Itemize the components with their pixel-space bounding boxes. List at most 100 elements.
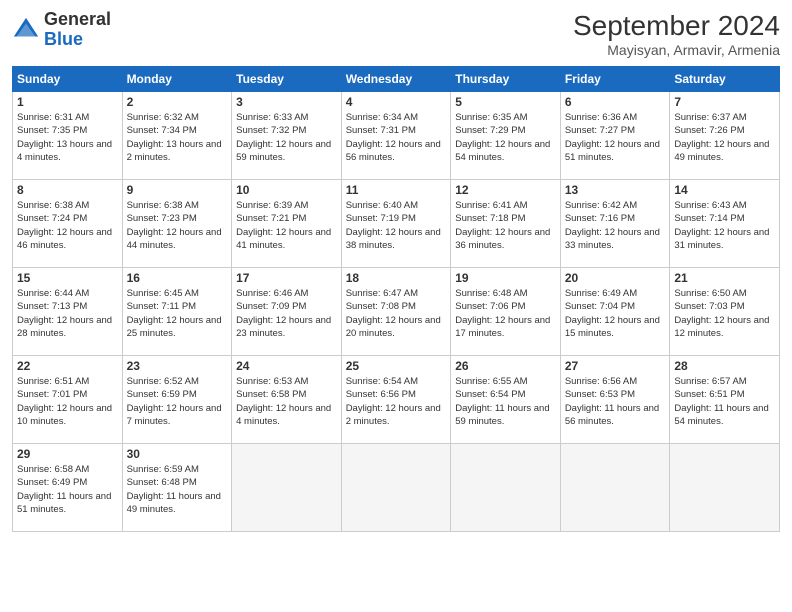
header-row: Sunday Monday Tuesday Wednesday Thursday…	[13, 67, 780, 92]
day-number: 8	[17, 183, 118, 197]
table-row: 22 Sunrise: 6:51 AM Sunset: 7:01 PM Dayl…	[13, 356, 123, 444]
table-row: 7 Sunrise: 6:37 AM Sunset: 7:26 PM Dayli…	[670, 92, 780, 180]
day-info: Sunrise: 6:52 AM Sunset: 6:59 PM Dayligh…	[127, 375, 228, 428]
day-number: 21	[674, 271, 775, 285]
day-number: 11	[346, 183, 447, 197]
day-info: Sunrise: 6:46 AM Sunset: 7:09 PM Dayligh…	[236, 287, 337, 340]
day-number: 29	[17, 447, 118, 461]
day-info: Sunrise: 6:48 AM Sunset: 7:06 PM Dayligh…	[455, 287, 556, 340]
month-title: September 2024	[573, 10, 780, 42]
day-number: 16	[127, 271, 228, 285]
day-number: 10	[236, 183, 337, 197]
day-info: Sunrise: 6:38 AM Sunset: 7:24 PM Dayligh…	[17, 199, 118, 252]
day-info: Sunrise: 6:33 AM Sunset: 7:32 PM Dayligh…	[236, 111, 337, 164]
day-info: Sunrise: 6:40 AM Sunset: 7:19 PM Dayligh…	[346, 199, 447, 252]
table-row: 26 Sunrise: 6:55 AM Sunset: 6:54 PM Dayl…	[451, 356, 561, 444]
day-number: 1	[17, 95, 118, 109]
day-info: Sunrise: 6:41 AM Sunset: 7:18 PM Dayligh…	[455, 199, 556, 252]
col-saturday: Saturday	[670, 67, 780, 92]
calendar-table: Sunday Monday Tuesday Wednesday Thursday…	[12, 66, 780, 532]
table-row: 4 Sunrise: 6:34 AM Sunset: 7:31 PM Dayli…	[341, 92, 451, 180]
day-number: 15	[17, 271, 118, 285]
logo-text: General Blue	[44, 10, 111, 50]
day-info: Sunrise: 6:43 AM Sunset: 7:14 PM Dayligh…	[674, 199, 775, 252]
day-info: Sunrise: 6:31 AM Sunset: 7:35 PM Dayligh…	[17, 111, 118, 164]
day-info: Sunrise: 6:49 AM Sunset: 7:04 PM Dayligh…	[565, 287, 666, 340]
day-info: Sunrise: 6:51 AM Sunset: 7:01 PM Dayligh…	[17, 375, 118, 428]
table-row: 2 Sunrise: 6:32 AM Sunset: 7:34 PM Dayli…	[122, 92, 232, 180]
calendar-week-3: 15 Sunrise: 6:44 AM Sunset: 7:13 PM Dayl…	[13, 268, 780, 356]
title-section: September 2024 Mayisyan, Armavir, Armeni…	[573, 10, 780, 58]
day-info: Sunrise: 6:59 AM Sunset: 6:48 PM Dayligh…	[127, 463, 228, 516]
logo-blue-text: Blue	[44, 29, 83, 49]
col-sunday: Sunday	[13, 67, 123, 92]
col-thursday: Thursday	[451, 67, 561, 92]
day-number: 9	[127, 183, 228, 197]
day-info: Sunrise: 6:56 AM Sunset: 6:53 PM Dayligh…	[565, 375, 666, 428]
day-info: Sunrise: 6:39 AM Sunset: 7:21 PM Dayligh…	[236, 199, 337, 252]
calendar-week-2: 8 Sunrise: 6:38 AM Sunset: 7:24 PM Dayli…	[13, 180, 780, 268]
table-row	[560, 444, 670, 532]
day-info: Sunrise: 6:53 AM Sunset: 6:58 PM Dayligh…	[236, 375, 337, 428]
table-row: 14 Sunrise: 6:43 AM Sunset: 7:14 PM Dayl…	[670, 180, 780, 268]
table-row: 20 Sunrise: 6:49 AM Sunset: 7:04 PM Dayl…	[560, 268, 670, 356]
table-row: 17 Sunrise: 6:46 AM Sunset: 7:09 PM Dayl…	[232, 268, 342, 356]
day-info: Sunrise: 6:34 AM Sunset: 7:31 PM Dayligh…	[346, 111, 447, 164]
day-number: 18	[346, 271, 447, 285]
logo-icon	[12, 16, 40, 44]
day-number: 19	[455, 271, 556, 285]
table-row: 11 Sunrise: 6:40 AM Sunset: 7:19 PM Dayl…	[341, 180, 451, 268]
table-row: 8 Sunrise: 6:38 AM Sunset: 7:24 PM Dayli…	[13, 180, 123, 268]
calendar-header: Sunday Monday Tuesday Wednesday Thursday…	[13, 67, 780, 92]
table-row	[451, 444, 561, 532]
day-info: Sunrise: 6:57 AM Sunset: 6:51 PM Dayligh…	[674, 375, 775, 428]
calendar-week-4: 22 Sunrise: 6:51 AM Sunset: 7:01 PM Dayl…	[13, 356, 780, 444]
table-row: 28 Sunrise: 6:57 AM Sunset: 6:51 PM Dayl…	[670, 356, 780, 444]
day-number: 6	[565, 95, 666, 109]
day-number: 14	[674, 183, 775, 197]
day-number: 30	[127, 447, 228, 461]
day-number: 22	[17, 359, 118, 373]
table-row: 18 Sunrise: 6:47 AM Sunset: 7:08 PM Dayl…	[341, 268, 451, 356]
table-row: 30 Sunrise: 6:59 AM Sunset: 6:48 PM Dayl…	[122, 444, 232, 532]
logo: General Blue	[12, 10, 111, 50]
day-number: 13	[565, 183, 666, 197]
day-info: Sunrise: 6:38 AM Sunset: 7:23 PM Dayligh…	[127, 199, 228, 252]
table-row: 21 Sunrise: 6:50 AM Sunset: 7:03 PM Dayl…	[670, 268, 780, 356]
day-number: 3	[236, 95, 337, 109]
location: Mayisyan, Armavir, Armenia	[573, 42, 780, 58]
table-row: 3 Sunrise: 6:33 AM Sunset: 7:32 PM Dayli…	[232, 92, 342, 180]
page-container: General Blue September 2024 Mayisyan, Ar…	[0, 0, 792, 542]
day-info: Sunrise: 6:42 AM Sunset: 7:16 PM Dayligh…	[565, 199, 666, 252]
day-info: Sunrise: 6:36 AM Sunset: 7:27 PM Dayligh…	[565, 111, 666, 164]
day-info: Sunrise: 6:58 AM Sunset: 6:49 PM Dayligh…	[17, 463, 118, 516]
day-number: 17	[236, 271, 337, 285]
table-row: 9 Sunrise: 6:38 AM Sunset: 7:23 PM Dayli…	[122, 180, 232, 268]
table-row: 29 Sunrise: 6:58 AM Sunset: 6:49 PM Dayl…	[13, 444, 123, 532]
day-number: 7	[674, 95, 775, 109]
calendar-body: 1 Sunrise: 6:31 AM Sunset: 7:35 PM Dayli…	[13, 92, 780, 532]
day-number: 5	[455, 95, 556, 109]
day-info: Sunrise: 6:32 AM Sunset: 7:34 PM Dayligh…	[127, 111, 228, 164]
day-number: 24	[236, 359, 337, 373]
day-number: 2	[127, 95, 228, 109]
calendar-week-1: 1 Sunrise: 6:31 AM Sunset: 7:35 PM Dayli…	[13, 92, 780, 180]
table-row: 19 Sunrise: 6:48 AM Sunset: 7:06 PM Dayl…	[451, 268, 561, 356]
logo-general-text: General	[44, 9, 111, 29]
table-row: 1 Sunrise: 6:31 AM Sunset: 7:35 PM Dayli…	[13, 92, 123, 180]
col-tuesday: Tuesday	[232, 67, 342, 92]
day-info: Sunrise: 6:45 AM Sunset: 7:11 PM Dayligh…	[127, 287, 228, 340]
day-info: Sunrise: 6:54 AM Sunset: 6:56 PM Dayligh…	[346, 375, 447, 428]
table-row	[232, 444, 342, 532]
day-number: 23	[127, 359, 228, 373]
table-row: 23 Sunrise: 6:52 AM Sunset: 6:59 PM Dayl…	[122, 356, 232, 444]
table-row	[670, 444, 780, 532]
day-number: 28	[674, 359, 775, 373]
table-row: 13 Sunrise: 6:42 AM Sunset: 7:16 PM Dayl…	[560, 180, 670, 268]
table-row	[341, 444, 451, 532]
col-friday: Friday	[560, 67, 670, 92]
day-info: Sunrise: 6:47 AM Sunset: 7:08 PM Dayligh…	[346, 287, 447, 340]
table-row: 27 Sunrise: 6:56 AM Sunset: 6:53 PM Dayl…	[560, 356, 670, 444]
table-row: 16 Sunrise: 6:45 AM Sunset: 7:11 PM Dayl…	[122, 268, 232, 356]
day-number: 27	[565, 359, 666, 373]
